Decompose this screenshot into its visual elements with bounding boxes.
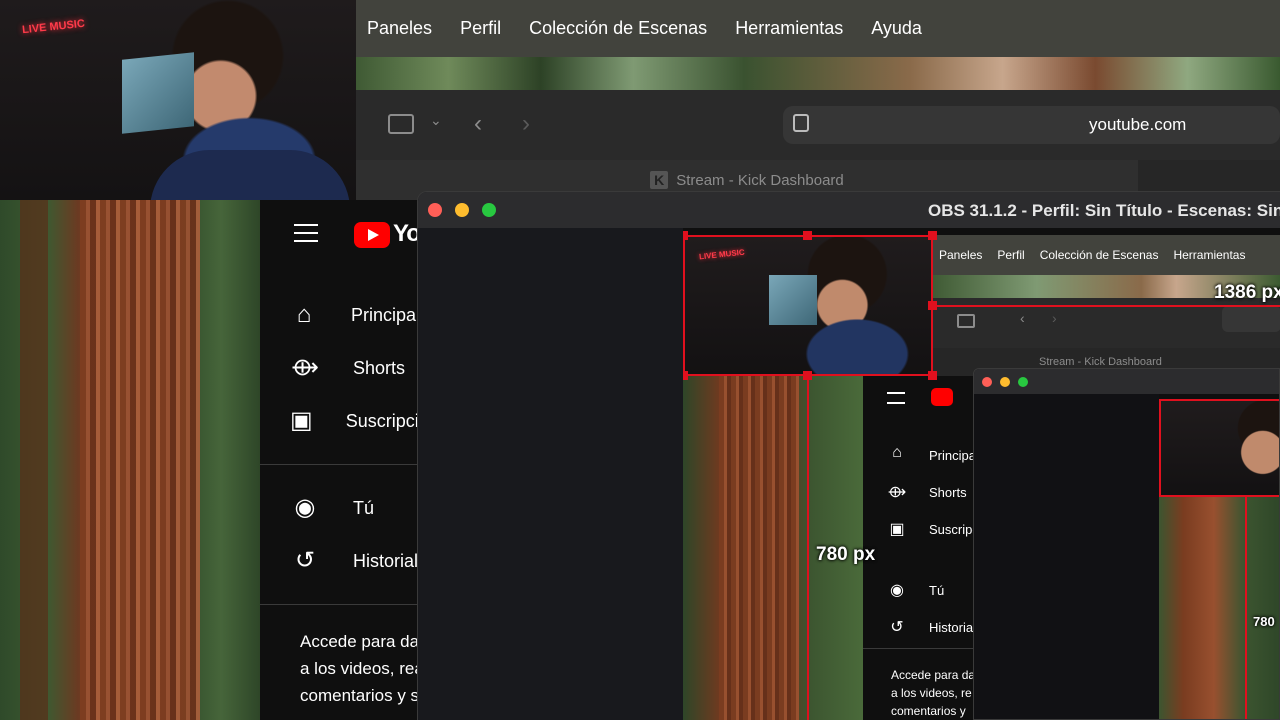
close-window-button [982, 377, 992, 387]
preview-signin-prompt: Accede para dar a los videos, re comenta… [891, 666, 975, 720]
close-window-button[interactable] [428, 203, 442, 217]
history-icon: ↺ [294, 547, 316, 574]
height-distance-label: 780 px [816, 544, 876, 565]
home-icon: ⌂ [296, 301, 312, 328]
kick-favicon-icon: K [650, 171, 669, 189]
preview-nav-label: Suscripciones [929, 522, 975, 537]
sidebar-toggle-icon[interactable] [388, 114, 414, 134]
divider [260, 604, 420, 605]
nested-vertical-guide [1245, 496, 1247, 719]
resize-handle[interactable] [683, 371, 688, 380]
sidebar-item-label: Shorts [353, 357, 406, 378]
resize-handle[interactable] [928, 371, 937, 380]
preview-menu-item: Perfil [997, 248, 1025, 262]
browser-toolbar: ⌄ ‹ › youtube.com [356, 90, 1280, 160]
divider [863, 648, 975, 649]
forward-icon[interactable]: › [522, 110, 530, 138]
hamburger-menu-icon [887, 392, 905, 404]
resize-handle[interactable] [803, 231, 812, 240]
menu-ayuda[interactable]: Ayuda [871, 18, 922, 39]
nested-preview-canvas: 780 [1159, 394, 1279, 719]
preview-nav-label: Historial [929, 620, 975, 635]
preview-address-bar [1222, 306, 1280, 332]
user-icon: ◉ [890, 582, 904, 599]
obs-left-panel [418, 228, 683, 720]
webcam-feed: LIVE MUSIC [0, 0, 356, 200]
history-icon: ↺ [890, 619, 904, 636]
youtube-sidebar: Yo ⌂ Principal ⟴ Shorts ▣ Suscripciones … [260, 200, 420, 720]
home-icon: ⌂ [892, 444, 902, 461]
menu-paneles[interactable]: Paneles [367, 18, 432, 39]
back-icon[interactable]: ‹ [474, 110, 482, 138]
neon-sign: LIVE MUSIC [21, 17, 86, 37]
subscriptions-icon: ▣ [290, 407, 313, 434]
minimize-window-button[interactable] [455, 203, 469, 217]
shorts-icon: ⟴ [291, 354, 319, 381]
nested-height-label: 780 [1253, 614, 1275, 629]
obs-menubar: Paneles Perfil Colección de Escenas Herr… [356, 0, 1280, 57]
youtube-logo-icon [931, 388, 953, 406]
preview-tab-title: Stream - Kick Dashboard [1039, 356, 1162, 368]
back-icon: ‹ [1020, 310, 1025, 326]
sidebar-item-suscripciones[interactable]: ▣ Suscripciones [260, 401, 420, 441]
user-icon: ◉ [294, 494, 316, 521]
preview-youtube-sidebar: ⌂ Principal ⟴ Shorts ▣ Suscripciones ◉ T… [863, 376, 975, 720]
resize-handle[interactable] [928, 231, 937, 240]
minimize-window-button [1000, 377, 1010, 387]
sidebar-item-label: Historial [353, 550, 419, 571]
preview-menubar: Paneles Perfil Colección de Escenas Herr… [932, 235, 1280, 275]
source-selection-box[interactable] [683, 235, 933, 376]
sidebar-item-label: Principal [350, 304, 420, 325]
sidebar-item-principal[interactable]: ⌂ Principal [260, 295, 420, 335]
url-text: youtube.com [1089, 115, 1187, 134]
signin-prompt: Accede para dar Me gusta a los videos, r… [300, 628, 420, 709]
shorts-icon: ⟴ [887, 484, 907, 501]
signin-line: a los videos, re [891, 686, 972, 700]
signin-line: comentarios y [891, 704, 966, 718]
preview-menu-item: Colección de Escenas [1039, 248, 1159, 262]
menu-coleccion-escenas[interactable]: Colección de Escenas [529, 18, 707, 39]
preview-nav-label: Shorts [929, 485, 967, 500]
preview-menu-item: Herramientas [1173, 248, 1246, 262]
sidebar-item-tu[interactable]: ◉ Tú [260, 488, 420, 528]
obs-titlebar[interactable]: OBS 31.1.2 - Perfil: Sin Título - Escena… [418, 192, 1280, 228]
sidebar-item-label: Suscripciones [345, 410, 420, 431]
sidebar-item-historial[interactable]: ↺ Historial [260, 541, 420, 581]
preview-menu-item: Paneles [939, 248, 983, 262]
divider [260, 464, 420, 465]
signin-line: Accede para dar Me gusta [300, 632, 420, 651]
signin-line: comentarios y suscribirte. [300, 686, 420, 705]
resize-handle[interactable] [683, 231, 688, 240]
sidebar-item-label: Tú [353, 497, 375, 518]
width-distance-label: 1386 px [1214, 282, 1280, 303]
horizontal-distance-guide [932, 305, 1280, 307]
obs-window-title: OBS 31.1.2 - Perfil: Sin Título - Escena… [928, 201, 1280, 220]
preview-nav-label: Principal [929, 448, 975, 463]
reader-icon[interactable] [793, 114, 809, 132]
nested-obs-window: 780 [973, 368, 1280, 720]
hamburger-menu-icon[interactable] [294, 224, 318, 242]
vertical-distance-guide [807, 376, 809, 720]
chevron-down-icon[interactable]: ⌄ [430, 112, 442, 129]
maximize-window-button [1018, 377, 1028, 387]
sidebar-item-shorts[interactable]: ⟴ Shorts [260, 348, 420, 388]
desktop-wallpaper-strip [356, 57, 1280, 90]
maximize-window-button[interactable] [482, 203, 496, 217]
signin-line: a los videos, realizar [300, 659, 420, 678]
youtube-logo-icon[interactable] [354, 222, 390, 248]
forward-icon: › [1052, 310, 1057, 326]
address-bar[interactable]: youtube.com [783, 106, 1280, 144]
nested-obs-titlebar [974, 369, 1279, 394]
subscriptions-icon: ▣ [889, 521, 905, 538]
youtube-logo-text: Yo [393, 220, 420, 247]
background-forest-image [0, 200, 260, 720]
sidebar-toggle-icon [957, 314, 975, 328]
menu-herramientas[interactable]: Herramientas [735, 18, 843, 39]
nested-forest-image [1159, 496, 1279, 719]
tab-title: Stream - Kick Dashboard [676, 171, 844, 189]
signin-line: Accede para dar [891, 668, 975, 682]
menu-perfil[interactable]: Perfil [460, 18, 501, 39]
nested-selection-box [1159, 399, 1279, 497]
preview-nav-label: Tú [929, 583, 945, 598]
